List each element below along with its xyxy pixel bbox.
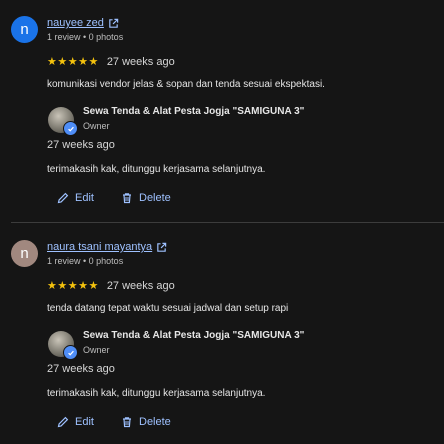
owner-avatar [48, 331, 78, 360]
owner-avatar [48, 107, 78, 136]
reviewer-name-link[interactable]: naura tsani mayantya [47, 241, 167, 253]
reviewer-meta: 1 review • 0 photos [47, 256, 124, 266]
reply-text: terimakasih kak, ditunggu kerjasama sela… [47, 164, 266, 175]
review-text: komunikasi vendor jelas & sopan dan tend… [47, 79, 325, 90]
delete-button[interactable]: Delete [121, 416, 171, 428]
reviewer-avatar[interactable]: n [11, 16, 38, 43]
star-rating: ★★★★★ [47, 56, 99, 68]
edit-label: Edit [75, 192, 94, 204]
review-date: 27 weeks ago [106, 279, 175, 292]
owner-name: Sewa Tenda & Alat Pesta Jogja "SAMIGUNA … [83, 330, 305, 341]
star-rating: ★★★★★ [47, 280, 99, 292]
open-in-new-icon [109, 18, 119, 28]
trash-icon [123, 193, 131, 204]
verified-check-icon [63, 345, 78, 360]
rating-row: ★★★★★ 27 weeks ago [47, 279, 175, 293]
pencil-icon [57, 192, 69, 204]
reviewer-avatar[interactable]: n [11, 240, 38, 267]
rating-row: ★★★★★ 27 weeks ago [47, 55, 175, 69]
reviewer-meta: 1 review • 0 photos [47, 32, 124, 42]
avatar-letter: n [20, 21, 29, 38]
delete-label: Delete [139, 192, 171, 204]
reply-text: terimakasih kak, ditunggu kerjasama sela… [47, 388, 266, 399]
edit-label: Edit [75, 416, 94, 428]
review-text: tenda datang tepat waktu sesuai jadwal d… [47, 303, 289, 314]
trash-icon [123, 417, 131, 428]
avatar-letter: n [20, 245, 29, 262]
open-in-new-icon [157, 242, 167, 252]
pencil-icon [57, 416, 69, 428]
owner-role: Owner [83, 345, 110, 355]
reviewer-name-link[interactable]: nauyee zed [47, 17, 119, 29]
review-date: 27 weeks ago [106, 55, 175, 68]
delete-button[interactable]: Delete [121, 192, 171, 204]
reviewer-name: nauyee zed [47, 17, 104, 29]
reviewer-name: naura tsani mayantya [47, 241, 153, 253]
owner-role: Owner [83, 121, 110, 131]
verified-check-icon [63, 121, 78, 136]
reply-date: 27 weeks ago [47, 363, 115, 375]
review-divider [11, 222, 444, 223]
reply-date: 27 weeks ago [47, 139, 115, 151]
owner-name: Sewa Tenda & Alat Pesta Jogja "SAMIGUNA … [83, 106, 305, 117]
edit-button[interactable]: Edit [57, 416, 94, 428]
edit-button[interactable]: Edit [57, 192, 94, 204]
delete-label: Delete [139, 416, 171, 428]
